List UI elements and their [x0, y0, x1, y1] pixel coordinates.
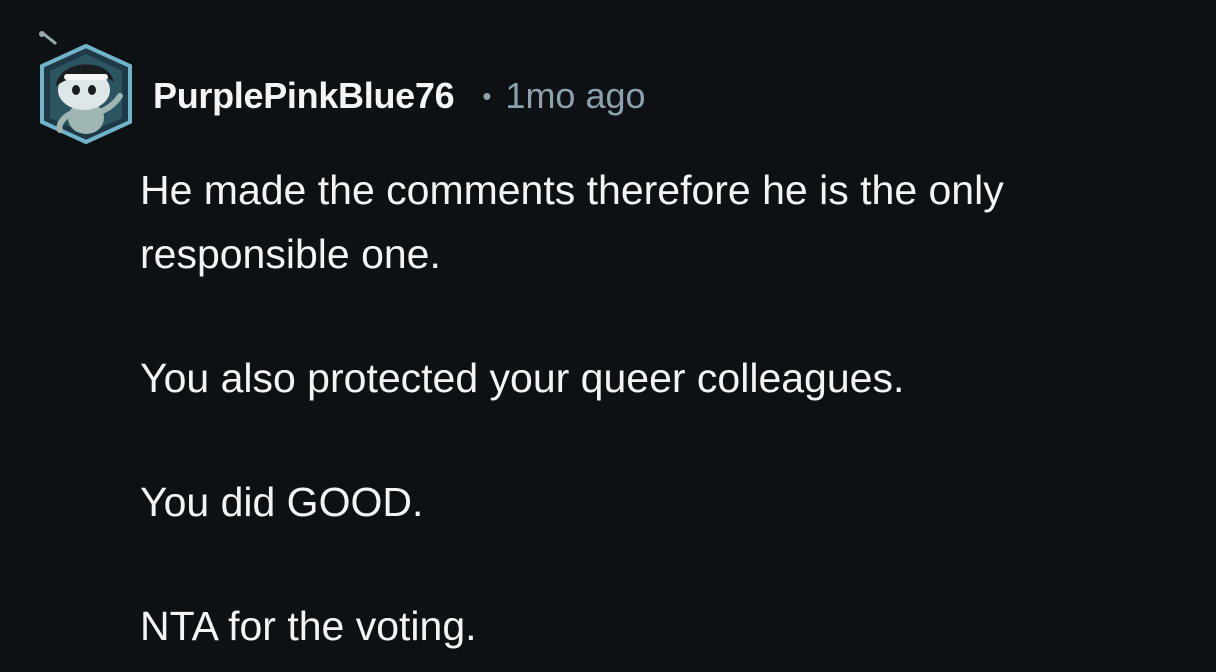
comment-paragraph: He made the comments therefore he is the… — [140, 167, 1004, 277]
comment-paragraph: You did GOOD. — [140, 479, 424, 525]
separator-dot: • — [482, 81, 492, 111]
comment-body: He made the comments therefore he is the… — [140, 158, 1200, 658]
comment-paragraph: You also protected your queer colleagues… — [140, 355, 905, 401]
timestamp[interactable]: 1mo ago — [505, 75, 645, 117]
snoo-avatar-icon — [39, 31, 132, 145]
username[interactable]: PurplePinkBlue76 — [153, 75, 455, 117]
avatar[interactable] — [34, 30, 138, 146]
comment: PurplePinkBlue76 • 1mo ago He made the c… — [0, 0, 1216, 672]
comment-paragraph: NTA for the voting. — [140, 603, 477, 649]
comment-header: PurplePinkBlue76 • 1mo ago — [153, 72, 646, 120]
